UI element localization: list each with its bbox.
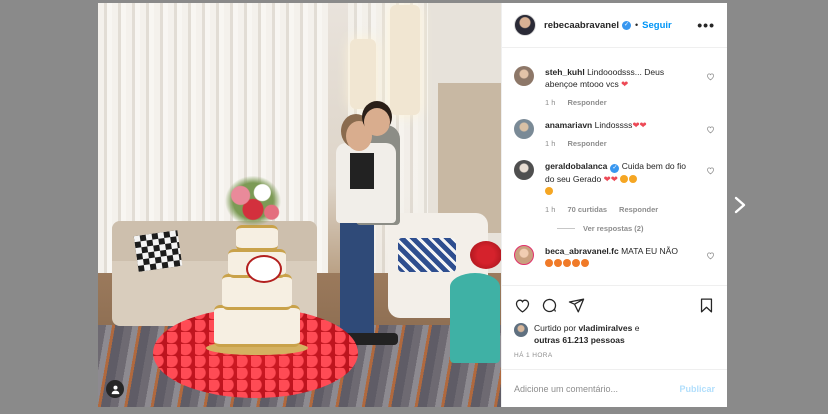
comment-meta: 1 h Responder (545, 139, 697, 148)
comment-text: beca_abravanel.fc MATA EU NÃO (545, 245, 697, 269)
photo-side-table (450, 273, 500, 363)
comment-time[interactable]: 1 h (545, 139, 555, 148)
comment-username[interactable]: geraldobalanca (545, 161, 607, 171)
heart-emoji: ❤❤ (603, 174, 618, 184)
laughing-emoji (554, 259, 562, 267)
laughing-emoji (563, 259, 571, 267)
post-time[interactable]: HÁ 1 HORA (514, 352, 715, 359)
reply-button[interactable]: Responder (567, 98, 606, 107)
verified-badge-icon: ✓ (622, 20, 631, 30)
comment: beca_abravanel.fc MATA EU NÃO (514, 245, 715, 269)
avatar[interactable] (514, 323, 528, 337)
photo-lamp (390, 5, 420, 115)
action-icons (514, 294, 715, 316)
avatar[interactable] (514, 245, 534, 265)
comment-username[interactable]: anamariavn (545, 120, 592, 130)
user-tag-button[interactable] (106, 380, 124, 398)
more-icon[interactable]: ••• (697, 17, 715, 33)
publish-button[interactable]: Publicar (679, 384, 715, 394)
photo-pillow (398, 238, 456, 272)
comment-meta: 1 h 70 curtidas Responder (545, 205, 697, 214)
verified-badge-icon: ✓ (610, 164, 620, 173)
clapping-emoji (629, 175, 638, 183)
heart-icon[interactable] (514, 297, 531, 314)
post-photo[interactable] (98, 3, 501, 407)
likes-and: e (634, 323, 640, 333)
post-actions: Curtido por vladimiralves e outras 61.21… (502, 285, 727, 359)
share-icon[interactable] (568, 297, 585, 314)
comment-body: Lindossss (594, 120, 633, 130)
comment-time[interactable]: 1 h (545, 205, 555, 214)
comment: geraldobalanca ✓ Cuida bem do fio do seu … (514, 160, 715, 214)
heart-icon[interactable] (706, 251, 715, 260)
comment-username[interactable]: steh_kuhl (545, 67, 585, 77)
comment-text: anamariavn Lindossss❤❤ (545, 119, 697, 131)
follow-button[interactable]: Seguir (642, 20, 672, 31)
photo-person-head (364, 108, 390, 136)
avatar[interactable] (514, 14, 536, 36)
photo-person (350, 153, 374, 189)
likes-prefix: Curtido por (534, 323, 577, 333)
heart-icon[interactable] (706, 125, 715, 134)
reply-button[interactable]: Responder (619, 205, 658, 214)
comment-username[interactable]: beca_abravanel.fc (545, 246, 619, 256)
clapping-emoji (620, 175, 629, 183)
avatar[interactable] (514, 160, 534, 180)
likes-others[interactable]: outras 61.213 pessoas (534, 335, 625, 345)
photo-lamp (350, 39, 376, 109)
comment-icon[interactable] (541, 297, 558, 314)
praying-emoji (545, 187, 553, 195)
bookmark-icon[interactable] (698, 297, 715, 314)
view-replies-button[interactable]: Ver respostas (2) (557, 224, 715, 233)
avatar[interactable] (514, 66, 534, 86)
comment-input[interactable] (514, 383, 680, 394)
user-tag-icon (111, 385, 119, 394)
likes-count[interactable]: 70 curtidas (567, 205, 607, 214)
comment-text: geraldobalanca ✓ Cuida bem do fio do seu … (545, 160, 697, 197)
comment: anamariavn Lindossss❤❤ 1 h Responder (514, 119, 715, 148)
avatar[interactable] (514, 119, 534, 139)
photo-pillow (133, 230, 183, 272)
comment-text: steh_kuhl Lindooodsss... Deus abençoe mt… (545, 66, 697, 90)
photo-cake-flowers (222, 173, 284, 229)
photo-cake-tier (214, 305, 300, 347)
likes-text: Curtido por vladimiralves e outras 61.21… (534, 322, 639, 346)
photo-doorway (438, 83, 501, 233)
laughing-emoji (545, 259, 553, 267)
post-modal: rebecaabravanel ✓ • Seguir ••• steh_kuhl… (98, 3, 727, 407)
add-comment-bar: Publicar (502, 369, 727, 407)
comment-meta: 1 h Responder (545, 98, 697, 107)
separator-dot: • (635, 20, 639, 30)
heart-emoji: ❤ (621, 79, 629, 89)
photo-cake-plaque (246, 255, 282, 283)
comment: steh_kuhl Lindooodsss... Deus abençoe mt… (514, 66, 715, 107)
comment-time[interactable]: 1 h (545, 98, 555, 107)
likes-summary: Curtido por vladimiralves e outras 61.21… (514, 322, 715, 346)
post-username[interactable]: rebecaabravanel (544, 20, 619, 31)
comments-list[interactable]: steh_kuhl Lindooodsss... Deus abençoe mt… (502, 48, 727, 285)
photo-flowers (470, 241, 501, 269)
reply-button[interactable]: Responder (567, 139, 606, 148)
heart-emoji: ❤❤ (632, 120, 647, 130)
photo-person (340, 213, 374, 338)
heart-icon[interactable] (706, 166, 715, 175)
post-side-panel: rebecaabravanel ✓ • Seguir ••• steh_kuhl… (501, 3, 727, 407)
laughing-emoji (581, 259, 589, 267)
heart-icon[interactable] (706, 72, 715, 81)
likes-user[interactable]: vladimiralves (578, 323, 632, 333)
laughing-emoji (572, 259, 580, 267)
comment-body: MATA EU NÃO (621, 246, 678, 256)
post-header: rebecaabravanel ✓ • Seguir ••• (502, 3, 727, 48)
chevron-right-icon[interactable] (733, 196, 747, 214)
